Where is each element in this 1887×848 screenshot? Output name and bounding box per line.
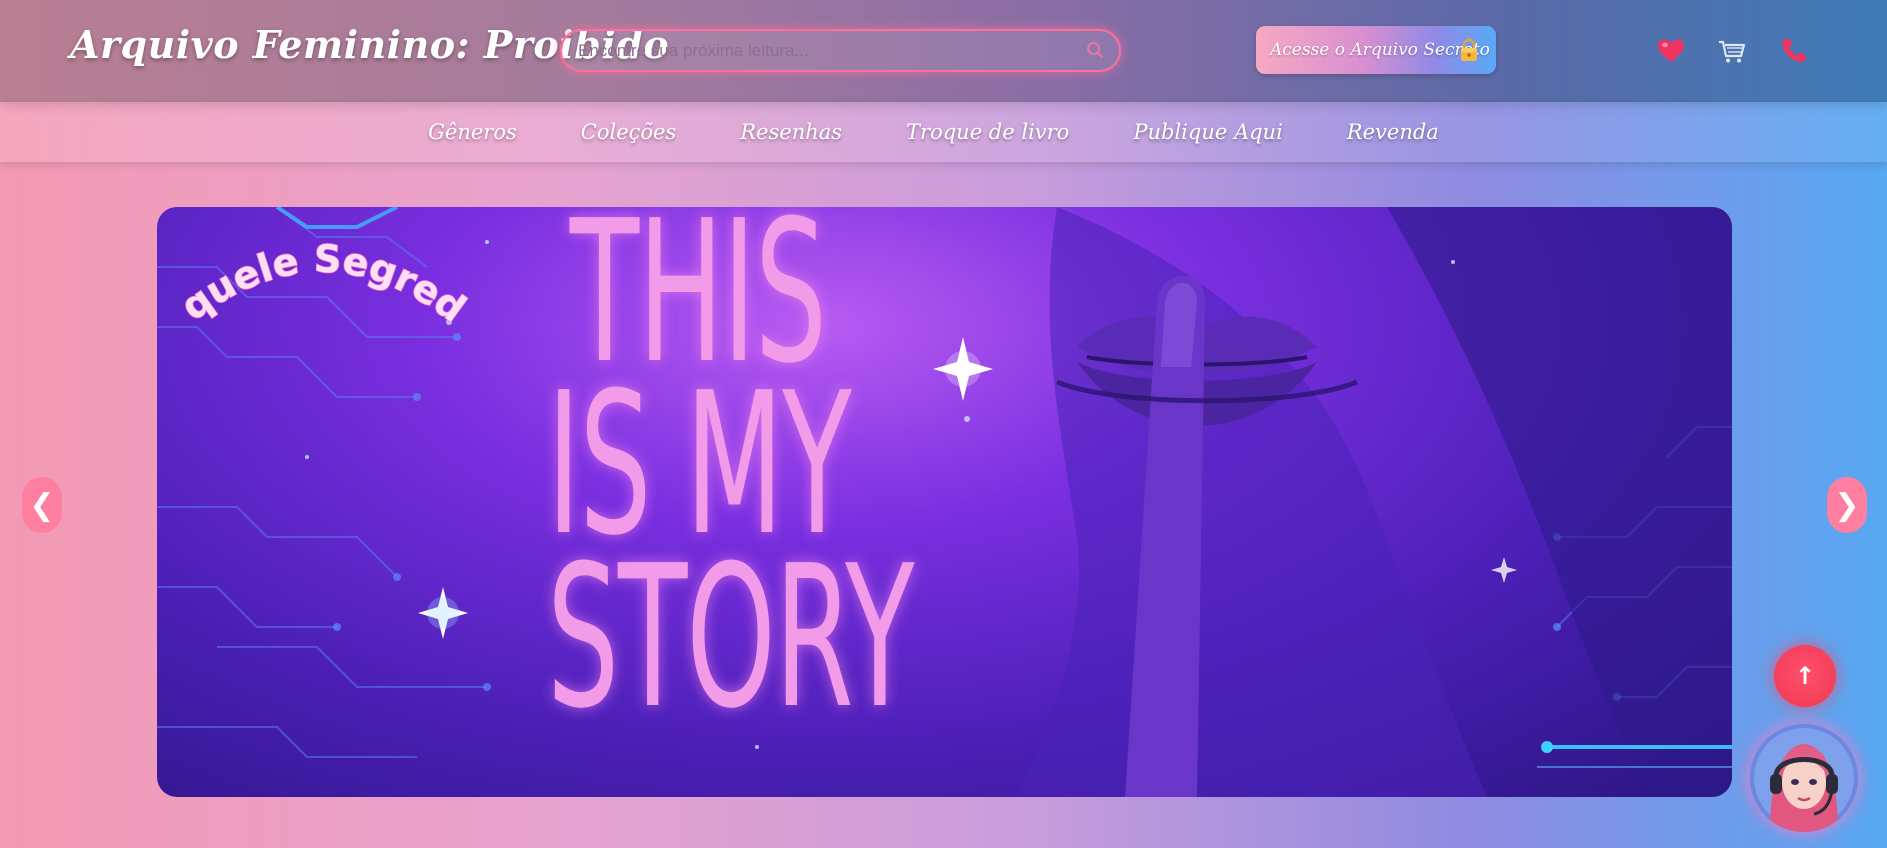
nav-item-troque-de-livro[interactable]: Troque de livro — [906, 120, 1069, 144]
scroll-top-button[interactable]: ↑ — [1774, 645, 1836, 707]
banner-subtitle: Aquele Segredo — [157, 207, 475, 332]
site-header: Arquivo Feminino: Proibido Acesse o Arqu… — [0, 0, 1887, 102]
nav-item-publique-aqui[interactable]: Publique Aqui — [1133, 120, 1282, 144]
nav-item-generos[interactable]: Gêneros — [428, 120, 517, 144]
main-nav: Gêneros Coleções Resenhas Troque de livr… — [0, 102, 1887, 162]
secret-archive-label: Acesse o Arquivo Secreto — [1270, 40, 1490, 60]
search-icon[interactable] — [1085, 40, 1105, 60]
avatar-image — [1750, 724, 1858, 832]
svg-text:Aquele Segredo: Aquele Segredo — [157, 207, 474, 331]
nav-item-revenda[interactable]: Revenda — [1347, 120, 1439, 144]
nav-item-resenhas[interactable]: Resenhas — [740, 120, 842, 144]
heart-icon[interactable] — [1656, 36, 1686, 66]
lock-icon — [1461, 38, 1477, 61]
banner-title-line: STORY — [547, 523, 915, 752]
phone-icon[interactable] — [1779, 36, 1809, 66]
search-input[interactable] — [578, 31, 1058, 70]
carousel-next-button[interactable]: ❯ — [1827, 477, 1867, 533]
hero-banner[interactable]: THIS IS MY STORY Aquele Segredo — [157, 207, 1732, 797]
cart-icon[interactable] — [1717, 36, 1747, 66]
search-box[interactable] — [560, 29, 1121, 72]
banner-title: THIS IS MY STORY — [547, 207, 915, 736]
nav-item-colecoes[interactable]: Coleções — [581, 120, 676, 144]
assistant-avatar[interactable] — [1750, 724, 1858, 832]
carousel-prev-button[interactable]: ❮ — [22, 477, 62, 533]
secret-archive-button[interactable]: Acesse o Arquivo Secreto — [1256, 26, 1496, 74]
